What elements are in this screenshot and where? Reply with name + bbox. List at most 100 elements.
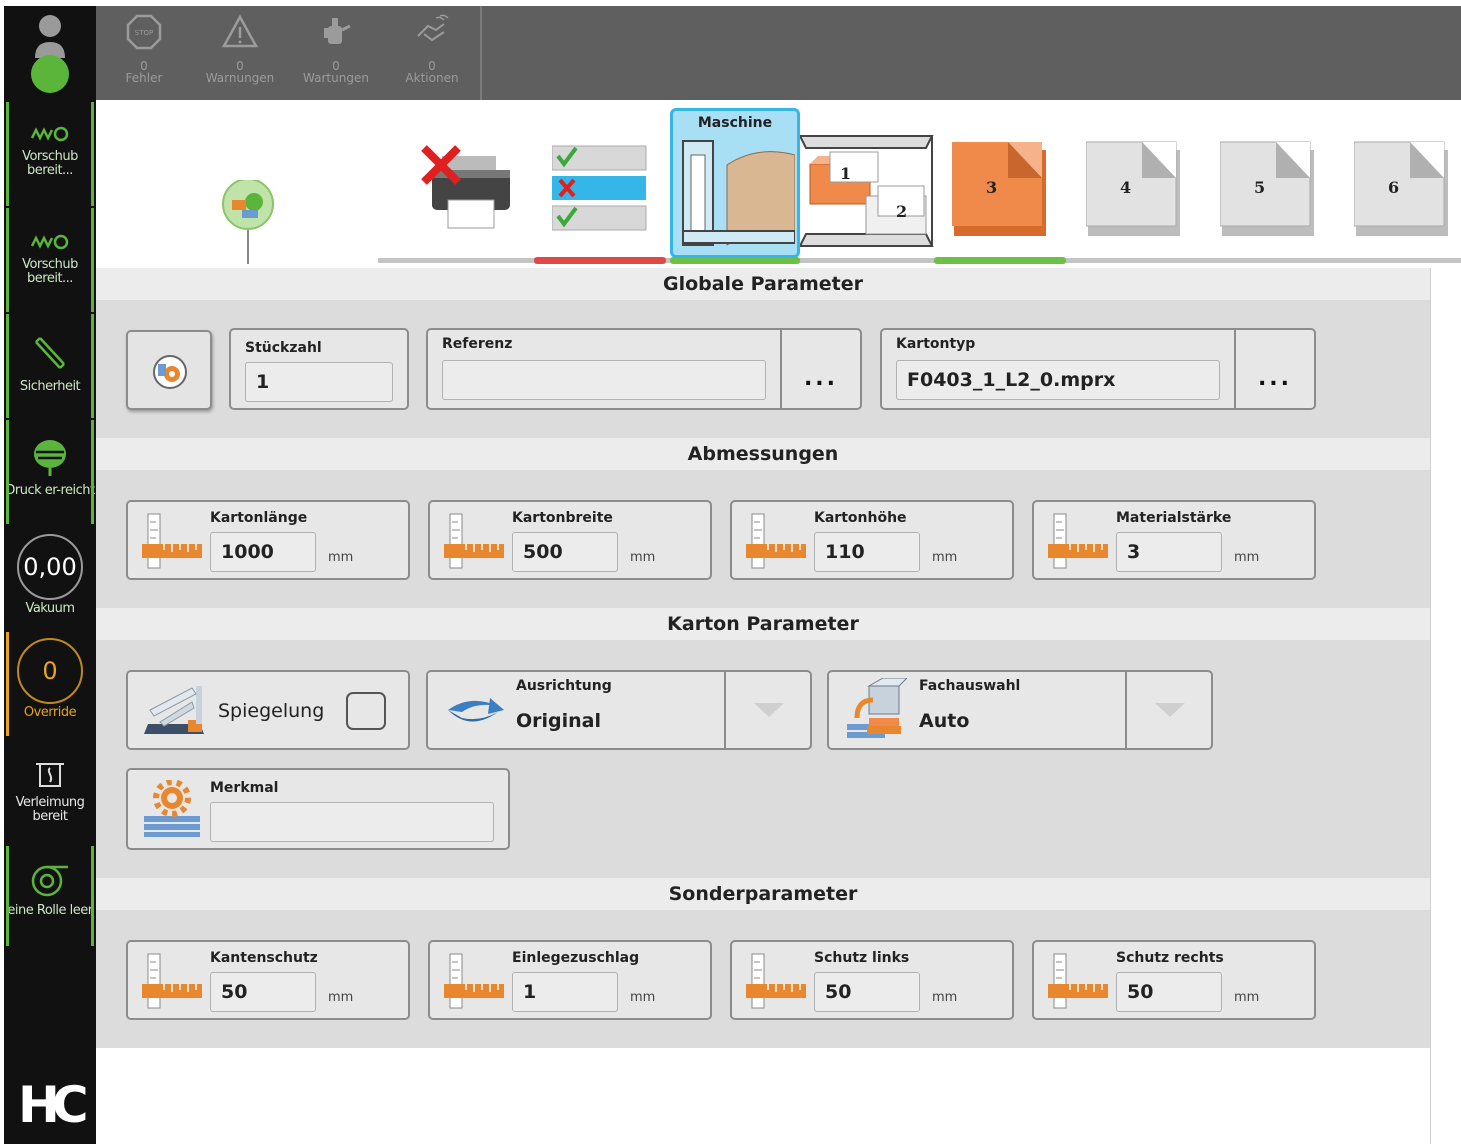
- sidebar-item-druck[interactable]: Druck er-reicht: [4, 420, 96, 524]
- alert-label: Wartungen: [303, 71, 369, 85]
- merkmal-input[interactable]: [210, 802, 494, 842]
- user-status[interactable]: [4, 6, 96, 106]
- kartonbreite-label: Kartonbreite: [512, 510, 613, 526]
- ruler-icon: [142, 953, 202, 1009]
- status-bar: [91, 102, 94, 206]
- override-gauge: 0: [17, 638, 83, 704]
- referenz-group: Referenz ...: [426, 328, 862, 410]
- schutz-rechts-input[interactable]: 50: [1116, 972, 1222, 1012]
- sidebar-item-vakuum[interactable]: 0,00 Vakuum: [4, 528, 96, 628]
- kartonhoehe-label: Kartonhöhe: [814, 510, 907, 526]
- ausrichtung-value: Original: [516, 710, 602, 732]
- alert-label: Warnungen: [205, 71, 275, 85]
- tab-number: 3: [986, 178, 998, 197]
- schutz-links-input[interactable]: 50: [814, 972, 920, 1012]
- tab-printer[interactable]: [418, 140, 518, 232]
- tab-stack-1-2[interactable]: 1 2: [798, 134, 936, 250]
- tab-maschine[interactable]: Maschine: [670, 108, 800, 258]
- kartonbreite-input[interactable]: 500: [512, 532, 618, 572]
- dropdown-arrow-icon[interactable]: [1125, 672, 1211, 748]
- unit-label: mm: [630, 550, 656, 565]
- checklist-icon: [551, 145, 647, 231]
- sidebar-item-label: Sicherheit: [19, 379, 81, 394]
- alert-group: STOP 0 Fehler 0 Warnungen 0 Wartungen 0 …: [96, 6, 482, 100]
- alert-maintenance[interactable]: 0 Wartungen: [296, 14, 376, 84]
- dropdown-arrow-icon[interactable]: [724, 672, 810, 748]
- status-bar: [91, 846, 94, 946]
- alert-errors[interactable]: STOP 0 Fehler: [104, 14, 184, 84]
- ruler-icon: [746, 513, 806, 569]
- merkmal-label: Merkmal: [210, 780, 279, 796]
- section-title-special: Sonderparameter: [96, 878, 1430, 910]
- fachauswahl-dropdown[interactable]: Fachauswahl Auto: [827, 670, 1213, 750]
- kartonhoehe-input[interactable]: 110: [814, 532, 920, 572]
- sidebar-item-label: Druck er-reicht: [5, 483, 95, 498]
- sidebar-item-label: Verleimung bereit: [15, 795, 85, 824]
- settings-pin[interactable]: [220, 178, 276, 264]
- referenz-browse-button[interactable]: ...: [780, 330, 860, 408]
- tab-stack-4[interactable]: 4: [1085, 140, 1184, 240]
- machine-tabs: Maschine 1 2 3 4 5 6: [96, 100, 1461, 268]
- tab-stack-5[interactable]: 5: [1219, 140, 1318, 240]
- merkmal-group: Merkmal: [126, 768, 510, 850]
- feed-icon: [30, 234, 69, 250]
- kartonlaenge-label: Kartonlänge: [210, 510, 308, 526]
- schutz-links-group: Schutz links 50 mm: [730, 940, 1014, 1020]
- spiegelung-label: Spiegelung: [218, 700, 325, 722]
- unit-label: mm: [328, 990, 354, 1005]
- materialstaerke-input[interactable]: 3: [1116, 532, 1222, 572]
- schutz-links-label: Schutz links: [814, 950, 910, 966]
- sidebar-item-label: Vorschub bereit...: [22, 149, 78, 178]
- status-bar: [6, 846, 9, 946]
- sidebar-item-override[interactable]: 0 Override: [4, 632, 96, 736]
- ruler-icon: [746, 953, 806, 1009]
- kartonbreite-group: Kartonbreite 500 mm: [428, 500, 712, 580]
- sidebar-item-sicherheit[interactable]: Sicherheit: [4, 314, 96, 418]
- ausrichtung-dropdown[interactable]: Ausrichtung Original: [426, 670, 812, 750]
- tab-stack-6[interactable]: 6: [1353, 140, 1452, 240]
- rotate-icon: [448, 698, 504, 722]
- sidebar-item-label: Vorschub bereit...: [22, 257, 78, 286]
- tab-number: 5: [1254, 178, 1266, 197]
- load-settings-button[interactable]: [126, 330, 212, 410]
- tab-checklist[interactable]: [551, 144, 648, 236]
- unit-label: mm: [1234, 990, 1260, 1005]
- hand-icon: [417, 14, 449, 42]
- stueckzahl-input[interactable]: 1: [245, 362, 393, 402]
- spiegelung-group: Spiegelung: [126, 670, 410, 750]
- stueckzahl-group: Stückzahl 1: [229, 328, 409, 410]
- referenz-input[interactable]: [442, 360, 766, 400]
- einlegezuschlag-input[interactable]: 1: [512, 972, 618, 1012]
- kartonlaenge-input[interactable]: 1000: [210, 532, 316, 572]
- sidebar-item-vorschub-1[interactable]: Vorschub bereit...: [4, 102, 96, 206]
- tab-maschine-label: Maschine: [697, 115, 773, 131]
- machine-icon: [682, 140, 795, 246]
- tab-number: 4: [1120, 178, 1132, 197]
- alert-warnings[interactable]: 0 Warnungen: [200, 14, 280, 84]
- stack-grey-icon: [1085, 141, 1180, 236]
- settings-gear-icon: [153, 355, 187, 389]
- kartontyp-input[interactable]: F0403_1_L2_0.mprx: [896, 360, 1220, 400]
- tab-stack-3[interactable]: 3: [952, 140, 1050, 240]
- user-icon: [31, 15, 69, 93]
- tab-number: 6: [1388, 178, 1400, 197]
- mirror-icon: [144, 686, 204, 734]
- kantenschutz-input[interactable]: 50: [210, 972, 316, 1012]
- section-title-dimensions: Abmessungen: [96, 438, 1430, 470]
- kartontyp-browse-button[interactable]: ...: [1234, 330, 1314, 408]
- materialstaerke-label: Materialstärke: [1116, 510, 1232, 526]
- sidebar-item-rolle[interactable]: eine Rolle leer: [4, 846, 96, 946]
- status-green-bar-active: [670, 257, 800, 264]
- section-title-karton: Karton Parameter: [96, 608, 1430, 640]
- svg-text:STOP: STOP: [135, 29, 153, 37]
- alert-actions[interactable]: 0 Aktionen: [392, 14, 472, 84]
- sidebar-item-vorschub-2[interactable]: Vorschub bereit...: [4, 208, 96, 312]
- ruler-icon: [444, 513, 504, 569]
- sidebar-item-verleimung[interactable]: Verleimung bereit: [4, 748, 96, 844]
- schutz-rechts-label: Schutz rechts: [1116, 950, 1224, 966]
- oil-can-icon: [324, 18, 351, 44]
- spiegelung-checkbox[interactable]: [346, 692, 386, 730]
- unit-label: mm: [630, 990, 656, 1005]
- stack-orange-icon: [952, 142, 1046, 236]
- kartontyp-group: Kartontyp F0403_1_L2_0.mprx ...: [880, 328, 1316, 410]
